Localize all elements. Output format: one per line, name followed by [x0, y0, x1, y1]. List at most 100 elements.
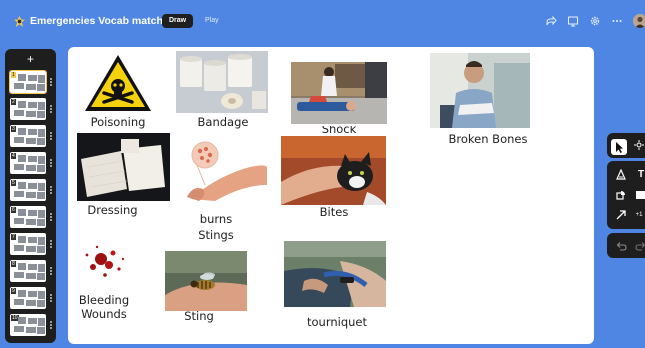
slide-canvas[interactable]: Poisoning Bandage Shock Broken Bones Dre…	[68, 47, 594, 344]
burn-on-arm-photo[interactable]	[183, 139, 268, 204]
slide-menu-icon[interactable]	[50, 159, 52, 167]
slide-thumbnail[interactable]: 7	[10, 233, 46, 255]
slide-number: 1	[11, 72, 16, 78]
thumbnail-image-block	[14, 272, 24, 278]
thumbnail-image-block	[38, 129, 45, 137]
word-sting[interactable]: Sting	[174, 309, 224, 324]
thumbnail-image-block	[38, 183, 45, 191]
top-bar: Emergencies Vocab matching Draw Play	[0, 0, 645, 38]
text-tool-icon[interactable]: T	[635, 169, 645, 181]
redo-icon[interactable]	[635, 240, 645, 252]
thumbnail-image-block	[28, 237, 37, 243]
thumbnail-image-block	[38, 210, 45, 218]
present-icon[interactable]	[567, 15, 579, 27]
slide-menu-icon[interactable]	[50, 240, 52, 248]
word-burns[interactable]: burns	[186, 212, 246, 227]
thumbnail-image-block	[37, 138, 45, 145]
slide-thumbnail[interactable]: 4	[10, 152, 46, 174]
slide-menu-icon[interactable]	[50, 186, 52, 194]
thumbnail-image-block	[14, 245, 24, 251]
share-icon[interactable]	[545, 15, 557, 27]
slide-thumbnail[interactable]: 8	[10, 260, 46, 282]
gauze-dressing-photo[interactable]	[77, 133, 170, 201]
slide-thumbnail[interactable]: 6	[10, 206, 46, 228]
slide-menu-icon[interactable]	[50, 294, 52, 302]
word-bleeding[interactable]: Bleeding	[74, 293, 134, 308]
tab-play[interactable]: Play	[205, 14, 219, 28]
select-toolbar	[607, 133, 645, 158]
slide-thumbnail[interactable]: 2	[10, 98, 46, 120]
rectangle-tool-icon[interactable]	[635, 189, 645, 201]
slide-number: 3	[11, 126, 16, 132]
select-cursor-tool[interactable]	[611, 139, 627, 155]
cat-bite-photo[interactable]	[281, 136, 386, 205]
bandage-rolls-photo[interactable]	[176, 51, 268, 113]
word-broken-bones[interactable]: Broken Bones	[440, 132, 536, 147]
shock-first-aid-photo[interactable]	[291, 62, 387, 124]
slide-menu-icon[interactable]	[50, 132, 52, 140]
thumbnail-image-block	[28, 156, 37, 162]
slide-menu-icon[interactable]	[50, 267, 52, 275]
thumbnail-image-block	[14, 218, 24, 224]
word-shock[interactable]: Shock	[314, 126, 364, 137]
settings-icon[interactable]	[589, 15, 601, 27]
thumbnail-image-block	[37, 84, 45, 91]
thumbnail-image-block	[28, 291, 37, 297]
thumbnail-image-block	[37, 273, 45, 280]
tourniquet-photo[interactable]	[284, 241, 386, 307]
more-tools-count[interactable]: +1	[633, 209, 645, 221]
thumbnail-image-block	[37, 165, 45, 172]
thumbnail-image-block	[37, 111, 45, 118]
app-title: Emergencies Vocab matching	[30, 15, 179, 27]
add-slide-button[interactable]: +	[11, 53, 50, 66]
bee-sting-photo[interactable]	[165, 251, 247, 311]
word-bandage[interactable]: Bandage	[186, 115, 260, 130]
word-stings[interactable]: Stings	[186, 228, 246, 243]
thumbnail-image-block	[18, 263, 26, 270]
user-avatar[interactable]	[633, 14, 645, 28]
slide-number: 8	[11, 261, 16, 267]
thumbnail-image-block	[14, 164, 24, 170]
slide-thumbnail[interactable]: 1	[9, 70, 47, 94]
word-tourniquet[interactable]: tourniquet	[301, 315, 373, 330]
slide-thumbnail[interactable]: 3	[10, 125, 46, 147]
word-bites[interactable]: Bites	[304, 205, 364, 220]
thumbnail-image-block	[26, 192, 36, 198]
slide-thumbnail[interactable]: 9	[10, 287, 46, 309]
thumbnail-image-block	[14, 83, 24, 89]
thumbnail-image-block	[18, 101, 26, 108]
arrow-tool-icon[interactable]	[615, 209, 627, 221]
shape-tool-icon[interactable]	[615, 189, 627, 201]
slide-number: 9	[11, 288, 16, 294]
blood-splatter-photo[interactable]	[79, 239, 132, 284]
thumbnail-image-block	[18, 182, 26, 189]
slide-thumbnail[interactable]: 5	[10, 179, 46, 201]
poison-hazard-sign-icon[interactable]	[83, 53, 153, 113]
slide-number: 7	[11, 234, 16, 240]
thumbnail-image-block	[38, 264, 45, 272]
thumbnail-image-block	[28, 102, 37, 108]
thumbnail-image-block	[18, 128, 26, 135]
tab-draw[interactable]: Draw	[162, 14, 194, 28]
slides-panel: + 1 2 3 4 5 6 7 8 9 10	[5, 49, 56, 343]
thumbnail-image-block	[26, 84, 36, 90]
pen-tool-icon[interactable]	[615, 169, 627, 181]
word-dressing[interactable]: Dressing	[80, 203, 145, 218]
undo-icon[interactable]	[615, 240, 627, 252]
slide-menu-icon[interactable]	[50, 321, 52, 329]
broken-arm-photo[interactable]	[430, 53, 530, 128]
word-wounds[interactable]: Wounds	[74, 307, 134, 322]
thumbnail-image-block	[37, 219, 45, 226]
slide-menu-icon[interactable]	[50, 213, 52, 221]
slide-menu-icon[interactable]	[50, 105, 52, 113]
app-logo-icon[interactable]	[14, 14, 25, 27]
thumbnail-image-block	[26, 327, 36, 333]
thumbnail-image-block	[26, 219, 36, 225]
thumbnail-image-block	[18, 74, 26, 81]
thumbnail-image-block	[26, 138, 36, 144]
more-icon[interactable]	[611, 15, 623, 27]
slide-menu-icon[interactable]	[50, 78, 52, 86]
laser-pointer-icon[interactable]	[633, 139, 645, 151]
slide-thumbnail[interactable]: 10	[10, 314, 46, 336]
word-poisoning[interactable]: Poisoning	[88, 115, 148, 130]
